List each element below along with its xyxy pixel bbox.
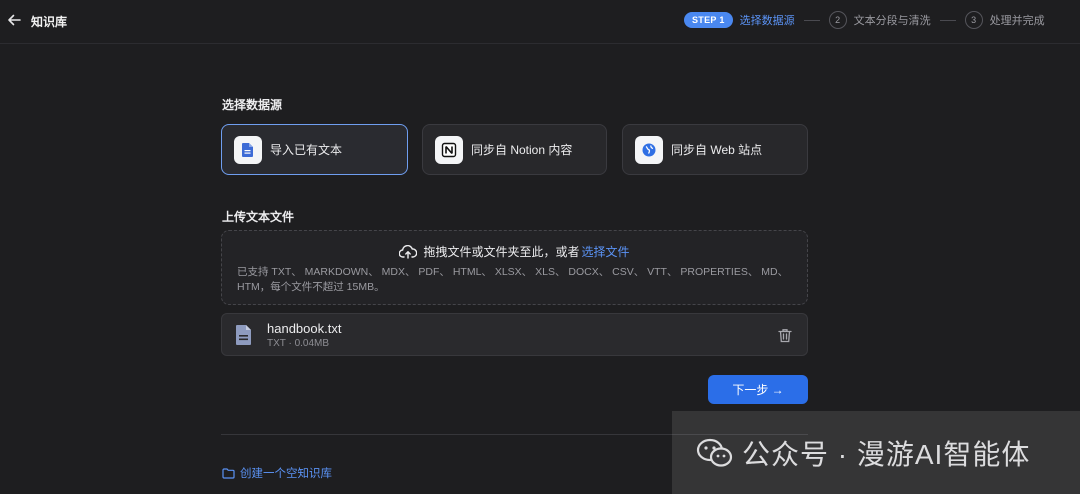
- notion-icon: [435, 135, 463, 164]
- wechat-logo-icon: [696, 438, 733, 467]
- dropzone-prompt: 拖拽文件或文件夹至此，或者 选择文件: [222, 243, 807, 260]
- create-empty-label: 创建一个空知识库: [240, 468, 332, 480]
- supported-formats-hint: 已支持 TXT、 MARKDOWN、 MDX、 PDF、 HTML、 XLSX、…: [237, 266, 789, 293]
- trash-icon[interactable]: [778, 328, 792, 343]
- file-dropzone[interactable]: 拖拽文件或文件夹至此，或者 选择文件 已支持 TXT、 MARKDOWN、 MD…: [221, 230, 808, 305]
- step-1-badge: STEP 1: [684, 12, 733, 28]
- datasource-title: 选择数据源: [222, 98, 283, 112]
- step-connector: [939, 19, 956, 21]
- source-option-import-text[interactable]: 导入已有文本: [221, 124, 408, 175]
- step-3-label: 处理并完成: [989, 15, 1045, 27]
- file-icon: [236, 325, 251, 345]
- file-meta: TXT · 0.04MB: [267, 338, 330, 349]
- create-empty-knowledge-base-link[interactable]: 创建一个空知识库: [222, 465, 332, 481]
- step-connector: [803, 19, 820, 21]
- uploaded-file-item: handbook.txt TXT · 0.04MB: [221, 313, 808, 356]
- step-3-number: 3: [964, 11, 983, 29]
- top-bar: 知识库 STEP 1 选择数据源 2 文本分段与清洗 3 处理并完成: [0, 0, 1080, 44]
- source-option-label: 同步自 Notion 内容: [471, 143, 573, 157]
- upload-title: 上传文本文件: [222, 210, 295, 224]
- document-icon: [234, 135, 262, 164]
- dropzone-text: 拖拽文件或文件夹至此，或者: [423, 245, 580, 259]
- source-option-label: 导入已有文本: [270, 143, 343, 157]
- source-option-label: 同步自 Web 站点: [671, 143, 763, 157]
- watermark-text: 公众号 · 漫游AI智能体: [742, 438, 1031, 470]
- globe-icon: [635, 135, 663, 164]
- watermark-overlay: 公众号 · 漫游AI智能体: [672, 411, 1080, 494]
- select-file-link[interactable]: 选择文件: [582, 243, 630, 260]
- step-2-number: 2: [828, 11, 847, 29]
- source-option-web[interactable]: 同步自 Web 站点: [622, 124, 808, 175]
- step-2-label: 文本分段与清洗: [853, 15, 931, 27]
- file-name: handbook.txt: [267, 321, 342, 336]
- folder-icon: [222, 467, 235, 479]
- page-title: 知识库: [31, 15, 68, 29]
- cloud-upload-icon: [399, 244, 418, 259]
- back-arrow-icon[interactable]: [7, 13, 23, 29]
- next-step-button[interactable]: 下一步 →: [708, 375, 808, 404]
- step-1-label: 选择数据源: [739, 15, 795, 27]
- source-option-notion[interactable]: 同步自 Notion 内容: [422, 124, 607, 175]
- stepper: STEP 1 选择数据源 2 文本分段与清洗 3 处理并完成: [684, 11, 1045, 29]
